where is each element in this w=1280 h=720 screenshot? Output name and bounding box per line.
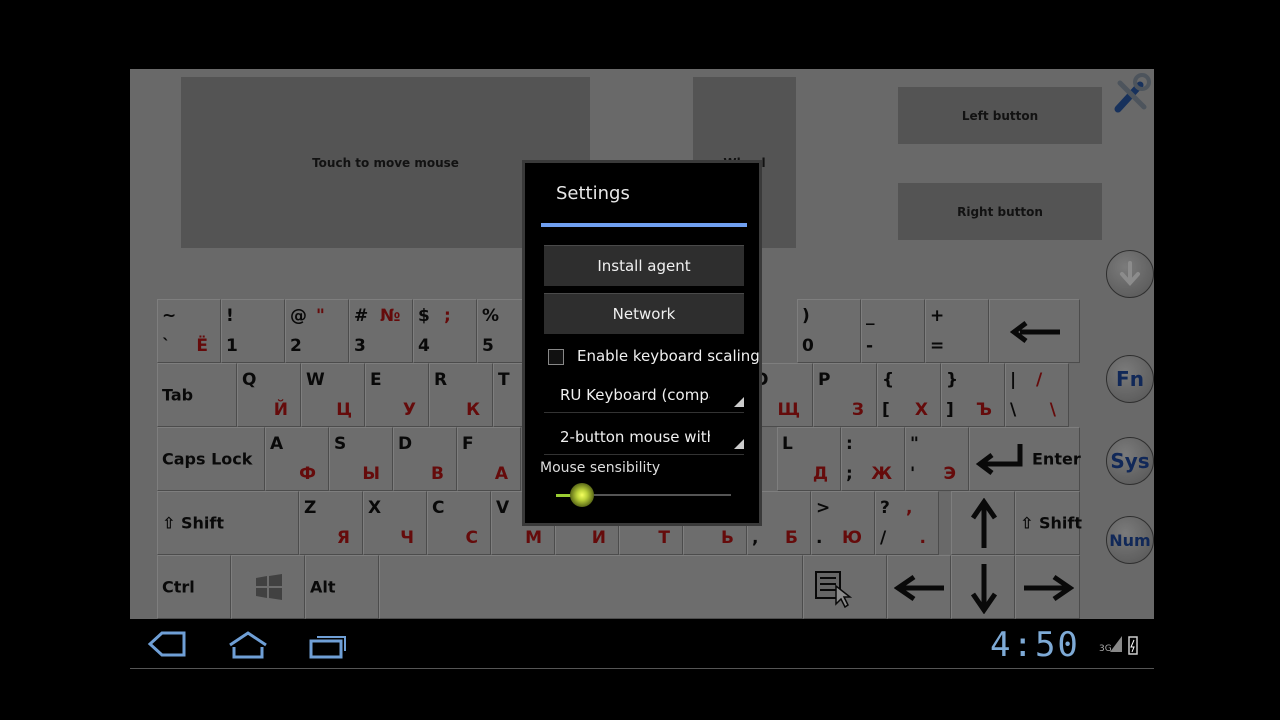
network-label: Network bbox=[612, 305, 676, 323]
signal-icon bbox=[1110, 636, 1122, 652]
keyboard-scaling-label: Enable keyboard scaling bbox=[577, 347, 760, 365]
home-icon[interactable] bbox=[226, 629, 270, 659]
nav-divider bbox=[130, 668, 1154, 669]
settings-dialog: Settings Install agent Network Enable ke… bbox=[522, 160, 762, 526]
keyboard-scaling-checkbox[interactable] bbox=[548, 349, 564, 365]
remote-keyboard-app: Touch to move mouse Wheel Left button Ri… bbox=[130, 69, 1154, 619]
install-agent-label: Install agent bbox=[597, 257, 691, 275]
dropdown-corner-icon bbox=[734, 397, 744, 407]
install-agent-button[interactable]: Install agent bbox=[544, 245, 744, 286]
dialog-title-divider bbox=[541, 223, 747, 227]
keyboard-layout-value: RU Keyboard (compact) bbox=[560, 386, 710, 404]
sensibility-slider-thumb[interactable] bbox=[570, 483, 595, 507]
mouse-mode-value: 2-button mouse with wheel bbox=[560, 428, 710, 446]
keyboard-layout-select[interactable]: RU Keyboard (compact) bbox=[544, 378, 744, 413]
dialog-title: Settings bbox=[556, 183, 630, 204]
recent-apps-icon[interactable] bbox=[308, 631, 348, 659]
network-button[interactable]: Network bbox=[544, 293, 744, 334]
back-icon[interactable] bbox=[146, 631, 188, 657]
status-clock: 4:50 bbox=[990, 625, 1080, 665]
battery-icon bbox=[1128, 636, 1138, 655]
dropdown-corner-icon bbox=[734, 439, 744, 449]
mouse-sensibility-label: Mouse sensibility bbox=[540, 460, 661, 476]
mouse-mode-select[interactable]: 2-button mouse with wheel bbox=[544, 420, 744, 455]
